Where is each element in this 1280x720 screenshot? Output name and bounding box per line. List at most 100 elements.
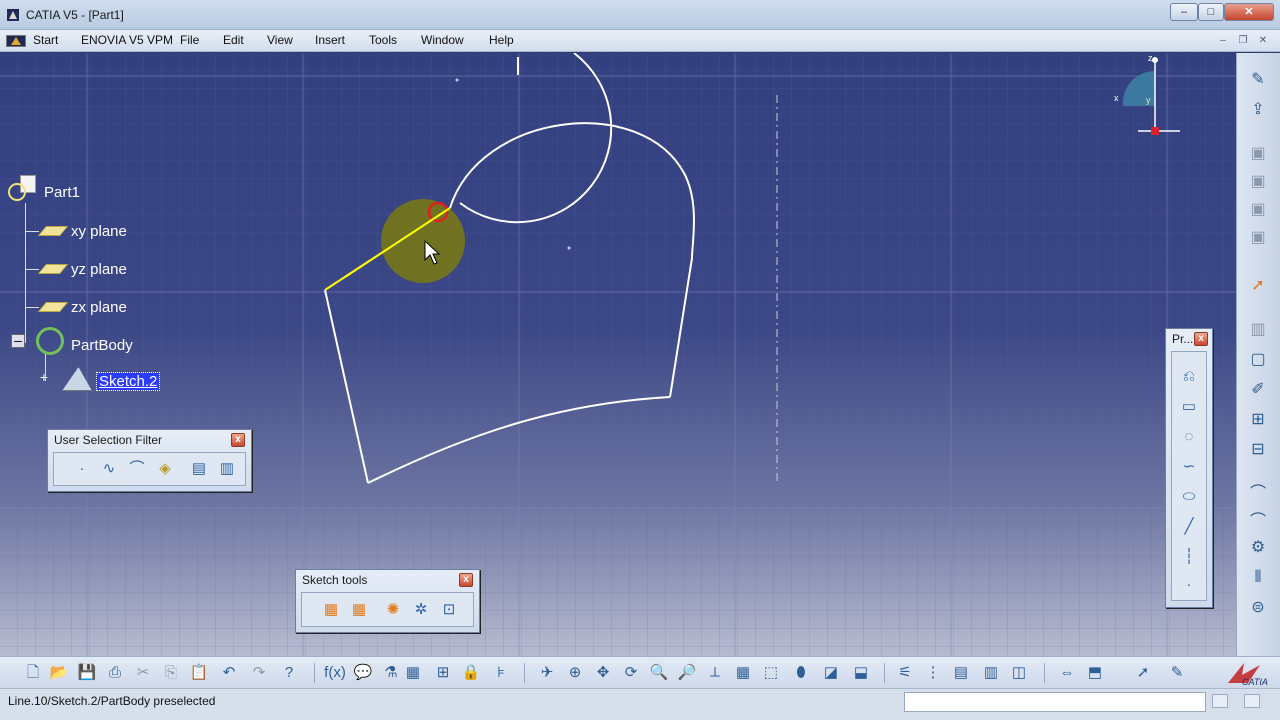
- partbody-icon[interactable]: [36, 327, 64, 355]
- part-icon[interactable]: [8, 175, 38, 203]
- menu-start[interactable]: Start: [33, 33, 58, 47]
- catia-app-icon[interactable]: [6, 8, 20, 22]
- axis-icon[interactable]: ┆: [1178, 546, 1200, 568]
- constraints-toolbar-icon[interactable]: ⚟: [894, 662, 916, 684]
- maximize-button[interactable]: □: [1198, 3, 1224, 21]
- iso-view-icon[interactable]: ⬚: [760, 662, 782, 684]
- menu-enovia[interactable]: ENOVIA V5 VPM: [81, 33, 173, 47]
- dimensional-constraints-icon[interactable]: ⊡: [438, 599, 460, 621]
- circle-icon[interactable]: ◌: [1178, 426, 1200, 448]
- dimensions-icon[interactable]: ⋮: [922, 662, 944, 684]
- cut-part-icon[interactable]: ▤: [950, 662, 972, 684]
- sketch-analysis-icon[interactable]: ▢: [1247, 349, 1269, 371]
- chamfer-icon[interactable]: ⌒: [1247, 511, 1269, 533]
- normal-view-icon[interactable]: ⟂: [704, 662, 726, 684]
- lock-icon[interactable]: 🔒: [460, 662, 482, 684]
- sketch-solving-icon[interactable]: ▥: [980, 662, 1002, 684]
- sketcher-workbench-icon[interactable]: ✎: [1247, 69, 1269, 91]
- command-input[interactable]: [904, 692, 1206, 712]
- tree-zx-plane[interactable]: zx plane: [71, 299, 127, 316]
- menu-file[interactable]: File: [180, 33, 199, 47]
- line-icon[interactable]: ╱: [1178, 516, 1200, 538]
- swap-space-icon[interactable]: ⬓: [850, 662, 872, 684]
- point-filter-icon[interactable]: ·: [71, 458, 93, 480]
- solid-features-icon[interactable]: ▣: [1247, 143, 1269, 165]
- mdi-minimize-button[interactable]: –: [1216, 36, 1230, 48]
- whats-this-icon[interactable]: ?: [278, 662, 300, 684]
- mirror-icon[interactable]: ⫴: [1247, 567, 1269, 589]
- paste-icon[interactable]: 📋: [188, 662, 210, 684]
- select-mode-icon[interactable]: ➚: [1132, 662, 1154, 684]
- redo-icon[interactable]: ↷: [248, 662, 270, 684]
- visualization-icon[interactable]: ◫: [1008, 662, 1030, 684]
- point-icon[interactable]: ·: [1178, 574, 1200, 596]
- geometrical-element-filter-icon[interactable]: ▥: [216, 458, 238, 480]
- profile-toolbar-close-button[interactable]: x: [1194, 332, 1208, 346]
- feature-element-filter-icon[interactable]: ▤: [188, 458, 210, 480]
- formula-icon[interactable]: f(x): [324, 662, 346, 684]
- menu-insert[interactable]: Insert: [315, 33, 345, 47]
- expand-icon[interactable]: +: [38, 370, 50, 384]
- shading-icon[interactable]: ⬮: [790, 662, 812, 684]
- zoom-out-icon[interactable]: 🔎: [676, 662, 698, 684]
- select-icon[interactable]: ➚: [1247, 275, 1269, 297]
- sketch-icon[interactable]: ✎: [1166, 662, 1188, 684]
- save-icon[interactable]: 💾: [76, 662, 98, 684]
- tree-xy-plane[interactable]: xy plane: [71, 223, 127, 240]
- 3d-geometry-icon[interactable]: ⊜: [1247, 597, 1269, 619]
- trim-icon[interactable]: ⚙: [1247, 537, 1269, 559]
- tree-yz-plane[interactable]: yz plane: [71, 261, 127, 278]
- table-icon[interactable]: ▦: [402, 662, 424, 684]
- pad-icon[interactable]: ▣: [1247, 171, 1269, 193]
- collapse-icon[interactable]: –: [11, 333, 25, 348]
- output-feature-icon[interactable]: ⊟: [1247, 439, 1269, 461]
- comment-icon[interactable]: 💬: [352, 662, 374, 684]
- pocket-icon[interactable]: ▣: [1247, 199, 1269, 221]
- catalog-icon[interactable]: ⊞: [432, 662, 454, 684]
- copy-icon[interactable]: ⎘: [160, 662, 182, 684]
- project-icon[interactable]: ⊞: [1247, 409, 1269, 431]
- knowledge-icon[interactable]: ⚗: [380, 662, 402, 684]
- sketch-viewport[interactable]: z x y Part1 xy plane yz plane zx plane –…: [0, 53, 1236, 656]
- hide-show-icon[interactable]: ◪: [820, 662, 842, 684]
- apply-material-icon[interactable]: ⬒: [1084, 662, 1106, 684]
- shaft-icon[interactable]: ▣: [1247, 227, 1269, 249]
- profile-icon[interactable]: ⎌: [1178, 366, 1200, 388]
- cut-icon[interactable]: ✂: [132, 662, 154, 684]
- pan-icon[interactable]: ✥: [592, 662, 614, 684]
- minimize-button[interactable]: –: [1170, 3, 1198, 21]
- grid-icon[interactable]: ▦: [320, 599, 342, 621]
- mdi-close-button[interactable]: ✕: [1256, 36, 1270, 48]
- close-button[interactable]: ✕: [1224, 3, 1274, 21]
- menu-help[interactable]: Help: [489, 33, 514, 47]
- measure-icon[interactable]: ⇔: [1056, 662, 1078, 684]
- menu-tools[interactable]: Tools: [369, 33, 397, 47]
- menu-window[interactable]: Window: [421, 33, 464, 47]
- print-icon[interactable]: ⎙: [104, 662, 126, 684]
- surface-filter-icon[interactable]: ⌒: [126, 458, 148, 480]
- zoom-in-icon[interactable]: 🔍: [648, 662, 670, 684]
- start-menu-icon[interactable]: [6, 35, 26, 47]
- tree-part1[interactable]: Part1: [44, 184, 80, 201]
- exit-workbench-icon[interactable]: ⇪: [1247, 99, 1269, 121]
- corner-icon[interactable]: ⌒: [1247, 483, 1269, 505]
- geometrical-constraints-icon[interactable]: ✲: [410, 599, 432, 621]
- user-selection-filter-close-button[interactable]: x: [231, 433, 245, 447]
- construction-element-icon[interactable]: ✺: [382, 599, 404, 621]
- constraint-icon[interactable]: ▥: [1247, 319, 1269, 341]
- edit-icon[interactable]: ✐: [1247, 379, 1269, 401]
- volume-filter-icon[interactable]: ◈: [154, 458, 176, 480]
- open-icon[interactable]: 📂: [48, 662, 70, 684]
- rotate-icon[interactable]: ⟳: [620, 662, 642, 684]
- snap-to-point-icon[interactable]: ▦: [348, 599, 370, 621]
- mdi-restore-button[interactable]: ❐: [1236, 36, 1250, 48]
- multi-view-icon[interactable]: ▦: [732, 662, 754, 684]
- new-icon[interactable]: 🗋: [22, 662, 44, 684]
- menu-edit[interactable]: Edit: [223, 33, 244, 47]
- spline-icon[interactable]: ∽: [1178, 456, 1200, 478]
- sketch-tools-close-button[interactable]: x: [459, 573, 473, 587]
- fly-mode-icon[interactable]: ✈: [536, 662, 558, 684]
- menu-view[interactable]: View: [267, 33, 293, 47]
- status-button-1[interactable]: [1212, 694, 1228, 708]
- status-button-2[interactable]: [1244, 694, 1260, 708]
